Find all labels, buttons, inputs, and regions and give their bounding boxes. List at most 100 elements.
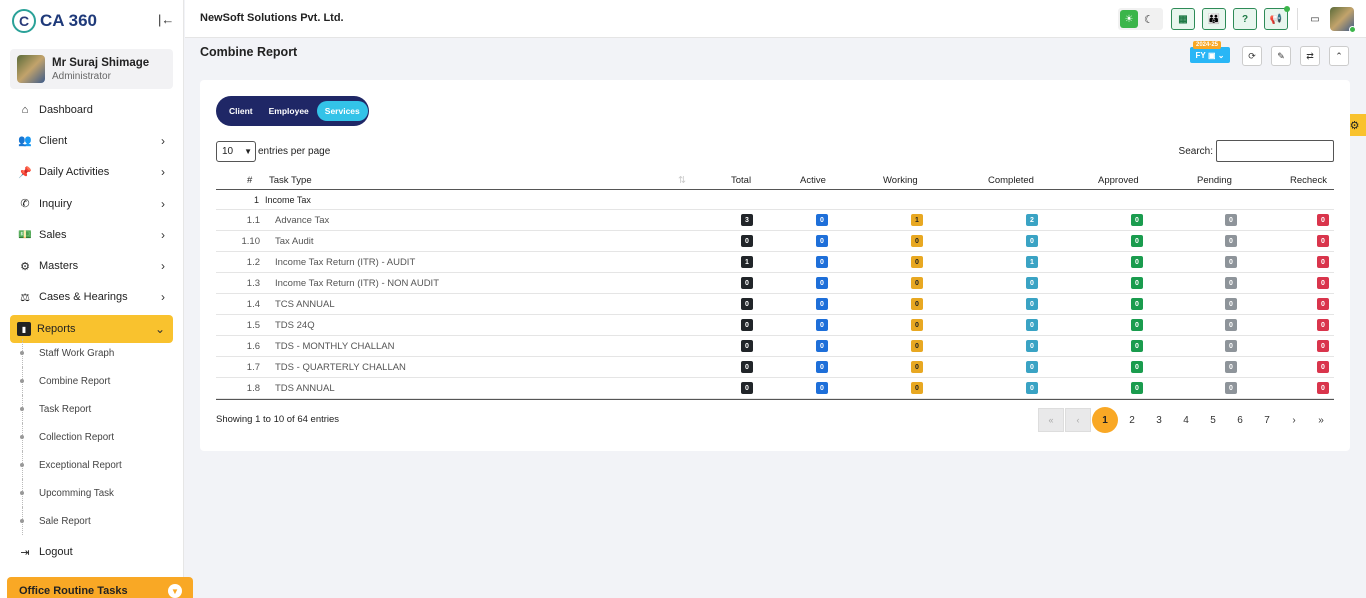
working-badge[interactable]: 1 (911, 214, 923, 226)
sidebar-item-dashboard[interactable]: ⌂ Dashboard (10, 94, 173, 125)
total-badge[interactable]: 3 (741, 214, 753, 226)
page-button-current[interactable]: 1 (1092, 407, 1118, 433)
collapse-button[interactable]: ⌃ (1329, 46, 1349, 66)
column-header-num[interactable]: # (247, 175, 252, 186)
page-button[interactable]: 4 (1173, 408, 1199, 432)
fy-button[interactable]: FY ▣ ⌄ (1190, 47, 1230, 63)
subnav-upcomming-task[interactable]: Upcomming Task (10, 479, 173, 507)
apps-grid-icon[interactable]: ▦ (1171, 8, 1195, 30)
sidebar-item-daily-activities[interactable]: 📌 Daily Activities › (10, 157, 173, 188)
recheck-badge[interactable]: 0 (1317, 235, 1329, 247)
column-header-active[interactable]: Active (800, 175, 826, 186)
approved-badge[interactable]: 0 (1131, 256, 1143, 268)
approved-badge[interactable]: 0 (1131, 235, 1143, 247)
working-badge[interactable]: 0 (911, 277, 923, 289)
total-badge[interactable]: 0 (741, 361, 753, 373)
pending-badge[interactable]: 0 (1225, 256, 1237, 268)
total-badge[interactable]: 0 (741, 319, 753, 331)
approved-badge[interactable]: 0 (1131, 340, 1143, 352)
theme-toggle[interactable]: ☀ ☾ (1118, 8, 1163, 30)
column-header-completed[interactable]: Completed (988, 175, 1034, 186)
active-badge[interactable]: 0 (816, 256, 828, 268)
active-badge[interactable]: 0 (816, 382, 828, 394)
subnav-exceptional-report[interactable]: Exceptional Report (10, 451, 173, 479)
subnav-task-report[interactable]: Task Report (10, 395, 173, 423)
approved-badge[interactable]: 0 (1131, 382, 1143, 394)
user-profile[interactable]: Mr Suraj Shimage Administrator (10, 49, 173, 89)
pending-badge[interactable]: 0 (1225, 298, 1237, 310)
total-badge[interactable]: 0 (741, 277, 753, 289)
search-input[interactable] (1216, 140, 1334, 162)
total-badge[interactable]: 0 (741, 298, 753, 310)
recheck-badge[interactable]: 0 (1317, 277, 1329, 289)
page-button[interactable]: 2 (1119, 408, 1145, 432)
approved-badge[interactable]: 0 (1131, 298, 1143, 310)
approved-badge[interactable]: 0 (1131, 277, 1143, 289)
completed-badge[interactable]: 0 (1026, 340, 1038, 352)
column-header-recheck[interactable]: Recheck (1290, 175, 1327, 186)
office-routine-tasks-button[interactable]: Office Routine Tasks ▼ (7, 577, 193, 598)
column-header-pending[interactable]: Pending (1197, 175, 1232, 186)
sun-icon[interactable]: ☀ (1120, 10, 1138, 28)
approved-badge[interactable]: 0 (1131, 361, 1143, 373)
active-badge[interactable]: 0 (816, 277, 828, 289)
page-button[interactable]: 5 (1200, 408, 1226, 432)
active-badge[interactable]: 0 (816, 319, 828, 331)
logout-button[interactable]: ⇥ Logout (17, 541, 72, 563)
last-page-button[interactable]: » (1308, 408, 1334, 432)
pending-badge[interactable]: 0 (1225, 361, 1237, 373)
team-icon[interactable]: 👪 (1202, 8, 1226, 30)
app-logo[interactable]: C CA 360 (12, 8, 97, 34)
pending-badge[interactable]: 0 (1225, 214, 1237, 226)
page-button[interactable]: 6 (1227, 408, 1253, 432)
completed-badge[interactable]: 0 (1026, 277, 1038, 289)
sort-icon[interactable]: ⇅ (678, 175, 686, 186)
active-badge[interactable]: 0 (816, 340, 828, 352)
pending-badge[interactable]: 0 (1225, 340, 1237, 352)
previous-page-button[interactable]: ‹ (1065, 408, 1091, 432)
moon-icon[interactable]: ☾ (1144, 13, 1154, 26)
fy-selector[interactable]: FY ▣ ⌄ 2024-25 (1190, 41, 1230, 64)
first-page-button[interactable]: « (1038, 408, 1064, 432)
completed-badge[interactable]: 2 (1026, 214, 1038, 226)
active-badge[interactable]: 0 (816, 361, 828, 373)
total-badge[interactable]: 0 (741, 235, 753, 247)
recheck-badge[interactable]: 0 (1317, 319, 1329, 331)
tab-client[interactable]: Client (221, 101, 261, 121)
approved-badge[interactable]: 0 (1131, 319, 1143, 331)
column-header-total[interactable]: Total (731, 175, 751, 186)
table-row[interactable]: 1.5 TDS 24Q 0 0 0 0 0 0 0 (216, 315, 1334, 336)
completed-badge[interactable]: 0 (1026, 319, 1038, 331)
page-button[interactable]: 3 (1146, 408, 1172, 432)
total-badge[interactable]: 1 (741, 256, 753, 268)
entries-per-page-select[interactable]: 10 (216, 141, 256, 162)
tab-employee[interactable]: Employee (261, 101, 317, 121)
announcement-icon[interactable]: 📢 (1264, 6, 1290, 30)
sidebar-item-sales[interactable]: 💵 Sales › (10, 219, 173, 250)
column-header-approved[interactable]: Approved (1098, 175, 1139, 186)
tab-services[interactable]: Services (316, 101, 368, 121)
sidebar-item-inquiry[interactable]: ✆ Inquiry › (10, 188, 173, 219)
avatar[interactable] (1330, 7, 1356, 33)
next-page-button[interactable]: › (1281, 408, 1307, 432)
completed-badge[interactable]: 0 (1026, 361, 1038, 373)
table-row[interactable]: 1.6 TDS - MONTHLY CHALLAN 0 0 0 0 0 0 0 (216, 336, 1334, 357)
table-row[interactable]: 1.8 TDS ANNUAL 0 0 0 0 0 0 0 (216, 378, 1334, 399)
pending-badge[interactable]: 0 (1225, 235, 1237, 247)
pending-badge[interactable]: 0 (1225, 277, 1237, 289)
active-badge[interactable]: 0 (816, 298, 828, 310)
pending-badge[interactable]: 0 (1225, 319, 1237, 331)
completed-badge[interactable]: 1 (1026, 256, 1038, 268)
sidebar-item-masters[interactable]: ⚙ Masters › (10, 250, 173, 281)
subnav-staff-work-graph[interactable]: Staff Work Graph (10, 339, 173, 367)
table-row[interactable]: 1.4 TCS ANNUAL 0 0 0 0 0 0 0 (216, 294, 1334, 315)
help-icon[interactable]: ? (1233, 8, 1257, 30)
recheck-badge[interactable]: 0 (1317, 214, 1329, 226)
working-badge[interactable]: 0 (911, 382, 923, 394)
page-button[interactable]: 7 (1254, 408, 1280, 432)
recheck-badge[interactable]: 0 (1317, 256, 1329, 268)
total-badge[interactable]: 0 (741, 382, 753, 394)
subnav-collection-report[interactable]: Collection Report (10, 423, 173, 451)
collapse-sidebar-icon[interactable]: |← (158, 12, 174, 27)
completed-badge[interactable]: 0 (1026, 382, 1038, 394)
